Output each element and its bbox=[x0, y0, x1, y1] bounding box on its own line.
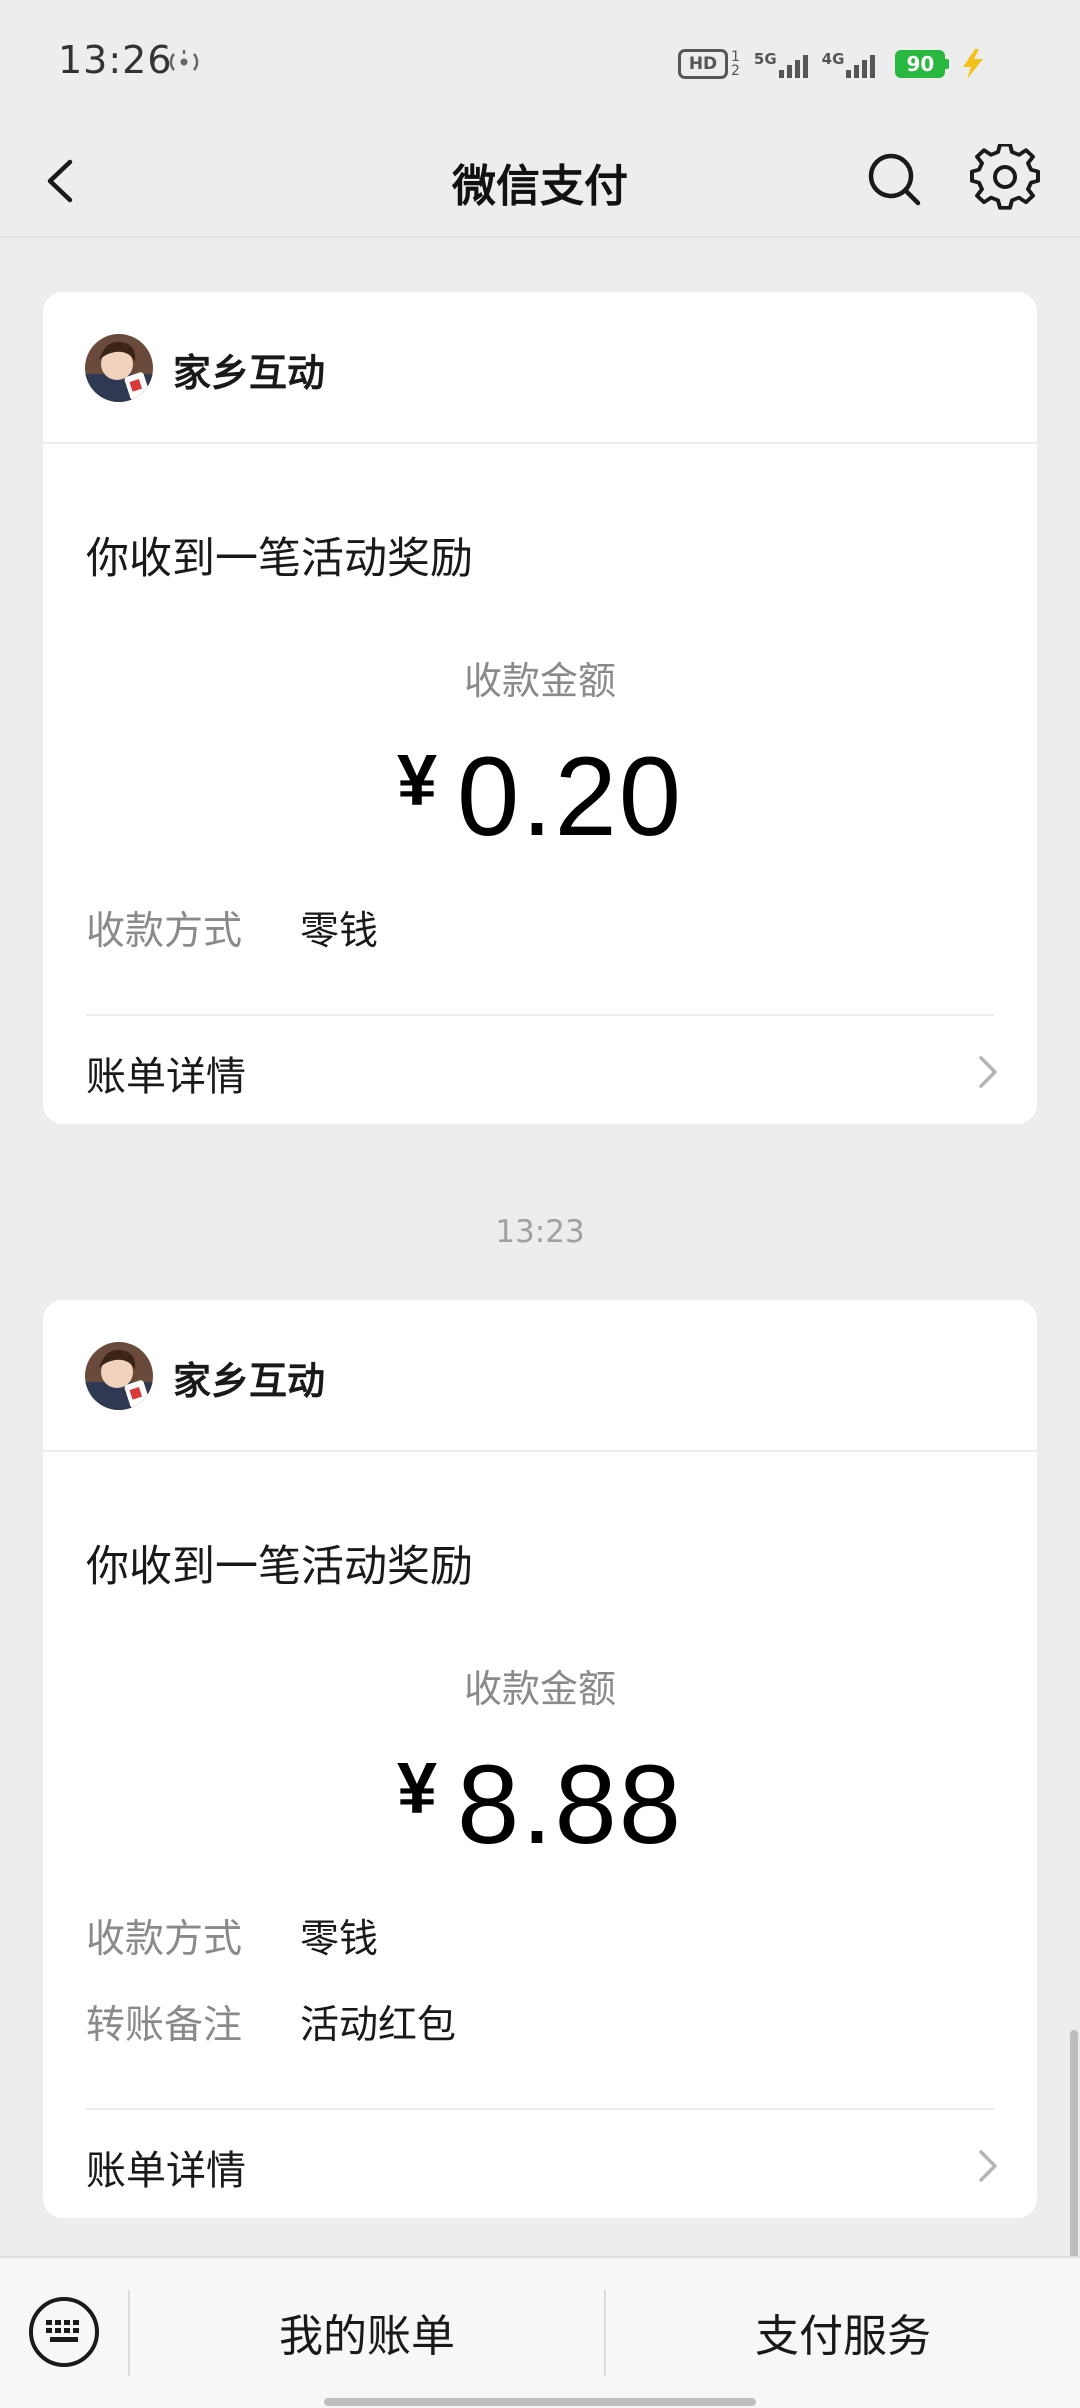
payment-services-button[interactable]: 支付服务 bbox=[606, 2300, 1080, 2364]
signal-4g: 4G bbox=[822, 50, 876, 78]
amount-value: ¥8.88 bbox=[43, 1740, 1037, 1869]
currency-symbol: ¥ bbox=[396, 1749, 438, 1829]
hotspot-icon bbox=[169, 50, 199, 71]
chevron-right-icon bbox=[979, 2150, 997, 2182]
home-indicator[interactable] bbox=[324, 2398, 756, 2406]
field-key: 收款方式 bbox=[86, 1917, 243, 1962]
bill-detail-label: 账单详情 bbox=[86, 2148, 246, 2194]
payment-method-row: 收款方式 零钱 bbox=[86, 1908, 378, 1964]
amount-label: 收款金额 bbox=[463, 659, 616, 703]
bill-detail-link[interactable]: 账单详情 bbox=[43, 2110, 1037, 2218]
field-key: 转账备注 bbox=[86, 2003, 243, 2048]
field-value: 零钱 bbox=[300, 1917, 379, 1962]
card-header: 家乡互动 bbox=[43, 292, 1037, 444]
bill-detail-label: 账单详情 bbox=[86, 1054, 246, 1100]
payment-card[interactable]: 家乡互动 你收到一笔活动奖励 收款金额 ¥0.20 收款方式 零钱 账单详情 bbox=[43, 292, 1037, 1124]
signal-bars-icon bbox=[778, 50, 808, 78]
bottom-menu-bar: 我的账单 支付服务 bbox=[0, 2256, 1080, 2408]
gear-icon[interactable] bbox=[970, 144, 1040, 214]
field-key: 收款方式 bbox=[86, 909, 243, 954]
nav-bar: 微信支付 bbox=[0, 124, 1080, 238]
status-indicators: HD 1 2 5G 4G 90 bbox=[678, 44, 987, 84]
payment-card[interactable]: 家乡互动 你收到一笔活动奖励 收款金额 ¥8.88 收款方式 零钱 转账备注 活动红… bbox=[43, 1300, 1037, 2218]
message-timestamp: 13:23 bbox=[495, 1214, 585, 1250]
sender-name: 家乡互动 bbox=[173, 351, 326, 395]
my-bills-button[interactable]: 我的账单 bbox=[130, 2300, 604, 2364]
currency-symbol: ¥ bbox=[396, 741, 438, 821]
payment-method-row: 收款方式 零钱 bbox=[86, 900, 378, 956]
card-header: 家乡互动 bbox=[43, 1300, 1037, 1452]
avatar-portrait-icon bbox=[85, 1342, 153, 1410]
scrollbar-thumb[interactable] bbox=[1070, 2030, 1078, 2260]
sender-name: 家乡互动 bbox=[173, 1359, 326, 1403]
sim-indicator: 1 2 bbox=[731, 49, 740, 79]
field-value: 零钱 bbox=[300, 909, 379, 954]
amount-number: 0.20 bbox=[457, 734, 684, 859]
avatar-portrait-icon bbox=[85, 334, 153, 402]
amount-label: 收款金额 bbox=[463, 1667, 616, 1711]
chevron-right-icon bbox=[979, 1056, 997, 1088]
sender-avatar bbox=[85, 334, 153, 402]
amount-number: 8.88 bbox=[457, 1742, 684, 1867]
battery-nub bbox=[945, 59, 950, 69]
status-bar: 13:26 HD 1 2 5G 4G 90 bbox=[0, 0, 1080, 124]
hd-badge: HD bbox=[678, 49, 728, 79]
search-icon[interactable] bbox=[862, 146, 926, 212]
field-value: 活动红包 bbox=[300, 2003, 457, 2048]
card-title: 你收到一笔活动奖励 bbox=[86, 534, 473, 584]
charging-bolt-icon bbox=[963, 49, 984, 79]
signal-5g: 5G bbox=[754, 50, 808, 78]
signal-bars-icon bbox=[846, 50, 876, 78]
bill-detail-link[interactable]: 账单详情 bbox=[43, 1016, 1037, 1124]
keyboard-icon[interactable] bbox=[26, 2294, 102, 2370]
sender-avatar bbox=[85, 1342, 153, 1410]
battery-level: 90 bbox=[895, 50, 946, 78]
transfer-note-row: 转账备注 活动红包 bbox=[86, 1994, 456, 2050]
status-time: 13:26 bbox=[58, 38, 173, 82]
amount-value: ¥0.20 bbox=[43, 732, 1037, 861]
card-title: 你收到一笔活动奖励 bbox=[86, 1542, 473, 1592]
